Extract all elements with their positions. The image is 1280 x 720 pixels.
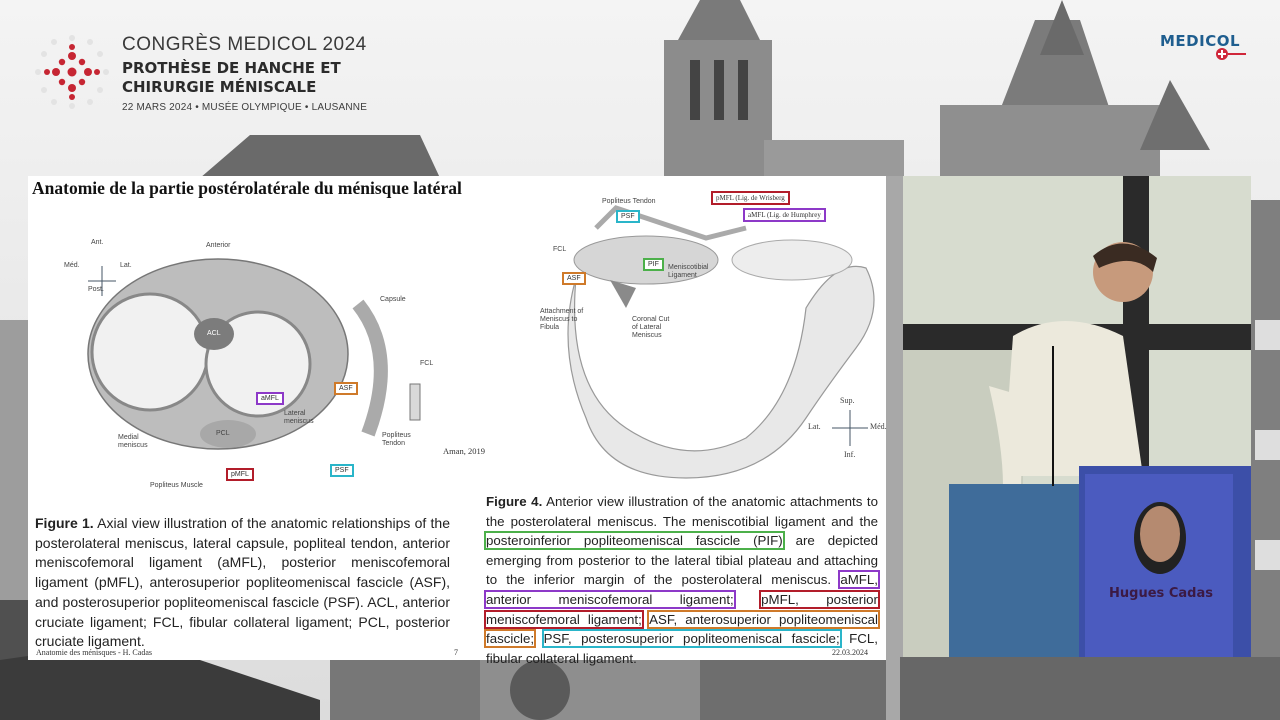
label-pmfl-box: pMFL	[226, 468, 254, 481]
figure-1-caption-head: Figure 1.	[35, 515, 94, 531]
conference-title: CONGRÈS MEDICOL 2024	[122, 34, 367, 55]
medicol-dots-logo-icon	[35, 35, 109, 109]
slide-page-number: 7	[454, 648, 458, 657]
label-meniscotibial: Meniscotibial Ligament	[668, 264, 709, 279]
label-post: Post.	[88, 286, 104, 293]
conference-subtitle-line2: CHIRURGIE MÉNISCALE	[122, 78, 317, 96]
conference-date-venue: 22 MARS 2024 • MUSÉE OLYMPIQUE • LAUSANN…	[122, 102, 368, 113]
speaker-name-plate: Hugues Cadas	[1109, 586, 1213, 601]
label-pif-box-4: PIF	[643, 258, 664, 271]
figure-4-caption: Figure 4. Anterior view illustration of …	[484, 492, 880, 668]
figure-1-caption: Figure 1. Axial view illustration of the…	[35, 514, 450, 652]
label-med-4: Méd.	[870, 422, 887, 431]
conference-title-block: CONGRÈS MEDICOL 2024 PROTHÈSE DE HANCHE …	[122, 34, 367, 113]
label-capsule: Capsule	[380, 296, 406, 303]
slide-footer-author: Anatomie des ménisques - H. Cadas	[36, 648, 152, 657]
label-fcl-4: FCL	[553, 246, 567, 253]
label-inf: Inf.	[844, 450, 856, 459]
label-popliteus-tendon: Popliteus Tendon	[382, 432, 411, 447]
label-anterior: Anterior	[206, 242, 231, 249]
label-ant: Ant.	[91, 239, 104, 246]
label-pmfl-box-4: pMFL (Lig. de Wrisberg	[711, 191, 790, 205]
slide-footer-date: 22.03.2024	[832, 648, 868, 657]
speaker-scene	[903, 176, 1251, 657]
figure-1-axial-illustration: Ant. Méd. Lat. Post. Anterior Capsule FC…	[58, 234, 458, 498]
label-coronal-cut: Coronal Cut of Lateral Meniscus	[632, 316, 670, 339]
slide-title: Anatomie de la partie postérolatérale du…	[32, 178, 462, 198]
label-asf-box-4: ASF	[562, 272, 586, 285]
label-asf-box: ASF	[334, 382, 358, 395]
label-lateral-meniscus: Lateral meniscus	[284, 410, 314, 425]
conference-subtitle-line1: PROTHÈSE DE HANCHE ET	[122, 59, 341, 77]
label-amfl-box-4: aMFL (Lig. de Humphrey	[743, 208, 826, 222]
figure-4-anterior-illustration: Popliteus Tendon PSF pMFL (Lig. de Wrisb…	[506, 188, 887, 488]
conference-header: CONGRÈS MEDICOL 2024 PROTHÈSE DE HANCHE …	[0, 0, 1280, 180]
label-amfl-box: aMFL	[256, 392, 284, 405]
label-acl: ACL	[207, 330, 221, 337]
speaker-video-feed: Hugues Cadas	[903, 176, 1251, 657]
label-popliteus-muscle: Popliteus Muscle	[150, 482, 203, 489]
label-lat: Lat.	[120, 262, 132, 269]
figure-4-caption-text1: Anterior view illustration of the anatom…	[486, 494, 879, 529]
caption-psf-highlight: PSF, posterosuperior popliteomeniscal fa…	[541, 629, 842, 649]
knee-axial-drawing	[87, 258, 421, 450]
label-medial-meniscus: Medial meniscus	[118, 434, 148, 449]
brand-accent-line	[1228, 53, 1246, 55]
label-popliteus-tendon-4: Popliteus Tendon	[602, 198, 656, 205]
label-attachment-fibula: Attachment of Meniscus to Fibula	[540, 308, 584, 331]
figure-4-caption-head: Figure 4.	[486, 494, 543, 509]
figure-1-caption-text: Axial view illustration of the anatomic …	[35, 515, 450, 650]
medicol-brand-logo: MEDICOL	[1160, 32, 1241, 50]
presentation-slide: Anatomie de la partie postérolatérale du…	[28, 176, 887, 666]
label-lat-4: Lat.	[808, 422, 821, 431]
figure-citation: Aman, 2019	[443, 446, 486, 456]
label-fcl: FCL	[420, 360, 434, 367]
label-pcl: PCL	[216, 430, 230, 437]
caption-pif-highlight: posteroinferior popliteomeniscal fascicl…	[484, 531, 785, 551]
label-psf-box: PSF	[330, 464, 354, 477]
label-psf-box-4: PSF	[616, 210, 640, 223]
medical-cross-icon	[1216, 48, 1228, 60]
label-sup: Sup.	[840, 396, 855, 405]
tibia-anterior-drawing	[567, 205, 875, 479]
label-med: Méd.	[64, 262, 80, 269]
